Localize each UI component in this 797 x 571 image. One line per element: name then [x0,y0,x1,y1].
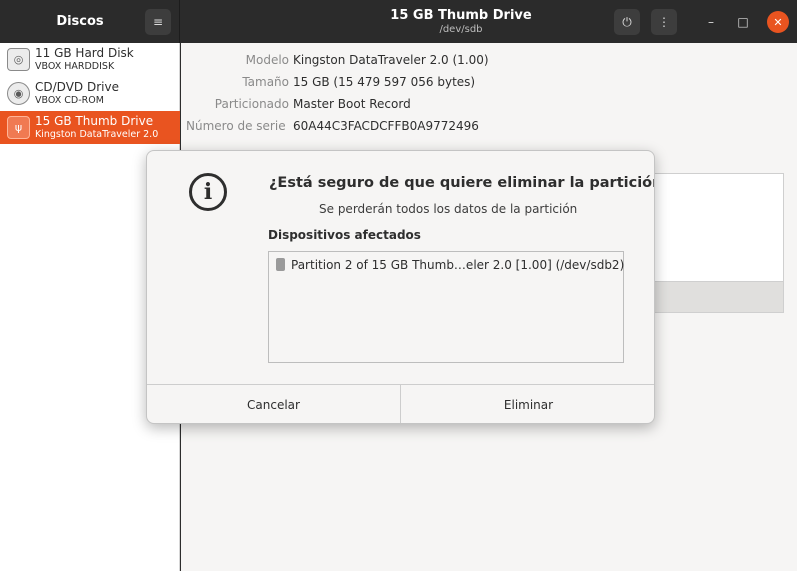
disk-name: 11 GB Hard Disk [35,46,134,60]
cd-icon: ◉ [7,82,30,105]
list-item[interactable]: Partition 2 of 15 GB Thumb…eler 2.0 [1.0… [276,258,624,272]
delete-partition-dialog: i ¿Está seguro de que quiere eliminar la… [146,150,655,424]
sidebar-item-cd-dvd[interactable]: ◉ CD/DVD Drive VBOX CD-ROM [0,77,180,110]
size-label: Tamaño [242,75,289,89]
disk-model: Kingston DataTraveler 2.0 [35,129,159,140]
partitioning-label: Particionado [214,97,289,111]
model-label: Modelo [245,53,289,67]
serial-row: Número de serie 60A44C3FACDCFFB0A9772496 [181,119,797,137]
partition-icon [276,258,285,271]
header-bar: Discos ≡ 15 GB Thumb Drive /dev/sdb ⏻ ⋮ … [0,0,797,43]
partitioning-row: Particionado Master Boot Record [181,97,797,115]
hamburger-icon: ≡ [152,15,164,29]
size-row: Tamaño 15 GB (15 479 597 056 bytes) [181,75,797,93]
disk-model: VBOX CD-ROM [35,95,104,106]
affected-devices-label: Dispositivos afectados [268,228,421,242]
close-button[interactable]: ✕ [767,11,789,33]
header-left: Discos ≡ [0,0,180,43]
volumes-toolbar [648,281,784,313]
info-icon: i [189,173,227,211]
disk-name: 15 GB Thumb Drive [35,114,154,128]
usb-icon: ψ [7,116,30,139]
model-value: Kingston DataTraveler 2.0 (1.00) [293,53,489,67]
cancel-button[interactable]: Cancelar [147,385,401,423]
minimize-button[interactable]: – [700,11,722,33]
sidebar-item-thumb-drive[interactable]: ψ 15 GB Thumb Drive Kingston DataTravele… [0,111,180,144]
menu-button[interactable]: ≡ [145,9,171,35]
partitioning-value: Master Boot Record [293,97,411,111]
model-row: Modelo Kingston DataTraveler 2.0 (1.00) [181,53,797,71]
affected-devices-list[interactable]: Partition 2 of 15 GB Thumb…eler 2.0 [1.0… [268,251,624,363]
affected-device-label: Partition 2 of 15 GB Thumb…eler 2.0 [1.0… [291,258,625,272]
dialog-message: Se perderán todos los datos de la partic… [319,202,578,216]
size-value: 15 GB (15 479 597 056 bytes) [293,75,476,89]
disk-model: VBOX HARDDISK [35,61,115,72]
delete-button[interactable]: Eliminar [401,385,654,423]
maximize-icon: □ [737,15,749,29]
maximize-button[interactable]: □ [732,11,754,33]
power-icon: ⏻ [622,14,632,29]
more-options-button[interactable]: ⋮ [651,9,677,35]
close-icon: ✕ [773,15,783,29]
disk-name: CD/DVD Drive [35,80,119,94]
dialog-button-bar: Cancelar Eliminar [147,384,654,423]
serial-label: Número de serie [186,119,286,133]
minimize-icon: – [708,15,714,29]
sidebar-item-hard-disk[interactable]: ◎ 11 GB Hard Disk VBOX HARDDISK [0,43,180,76]
hard-disk-icon: ◎ [7,48,30,71]
vertical-dots-icon: ⋮ [658,15,670,29]
power-button[interactable]: ⏻ [614,9,640,35]
dialog-title: ¿Está seguro de que quiere eliminar la p… [269,175,655,191]
serial-value: 60A44C3FACDCFFB0A9772496 [293,119,479,133]
